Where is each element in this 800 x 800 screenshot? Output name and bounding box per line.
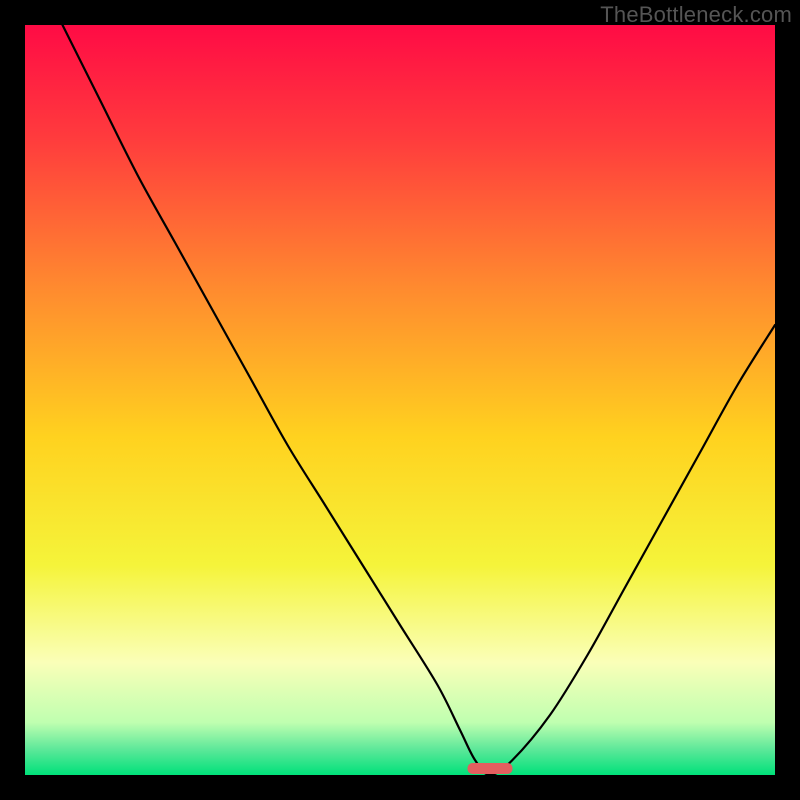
bottleneck-chart xyxy=(25,25,775,775)
minimum-marker xyxy=(468,763,513,774)
watermark-text: TheBottleneck.com xyxy=(600,2,792,28)
gradient-background xyxy=(25,25,775,775)
chart-frame xyxy=(25,25,775,775)
